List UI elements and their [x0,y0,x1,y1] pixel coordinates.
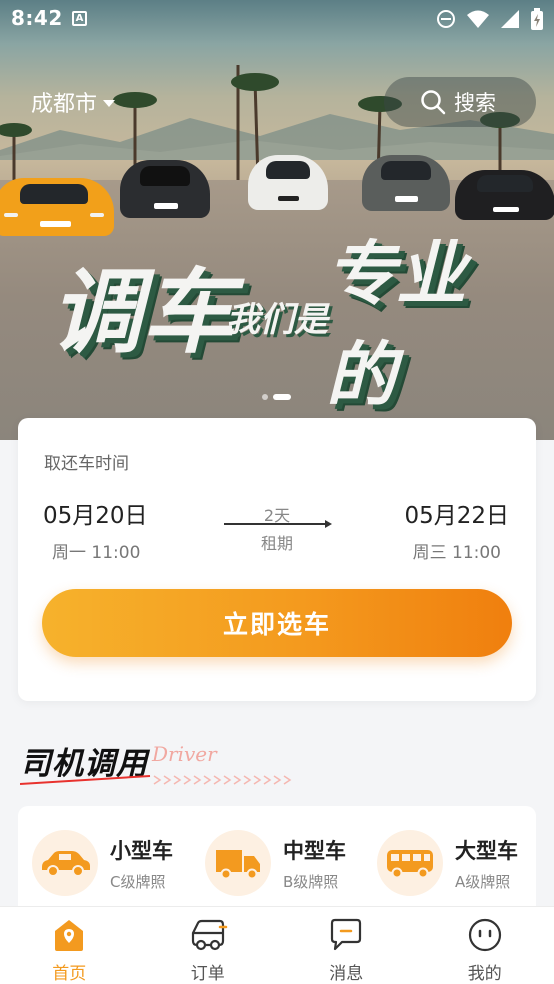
duration-label: 租期 [260,534,293,553]
vehicle-grade: B级牌照 [283,872,339,891]
duration-days: 2天 [263,506,291,525]
hero-banner[interactable]: 调车 我们是 专业的 8:42 A 成都市 搜索 [0,0,554,440]
car-order-icon [188,915,228,955]
car-black [120,160,210,218]
chevron-down-icon [103,99,116,107]
section-subtitle: Driver [152,742,217,766]
search-label: 搜索 [454,91,496,115]
car-white [248,155,328,210]
vehicle-grade: C级牌照 [110,872,166,891]
bus-icon [377,830,443,896]
return-date[interactable]: 05月22日 [404,496,509,530]
nav-label: 我的 [467,964,502,984]
vehicle-type-large[interactable]: 大型车 A级牌照 [377,830,518,896]
signal-icon [501,10,519,28]
wifi-icon [467,10,489,28]
vehicle-name: 大型车 [455,838,518,863]
pickup-date[interactable]: 05月20日 [43,496,148,530]
vehicle-name: 小型车 [110,838,173,863]
message-icon [326,915,366,955]
nav-label: 首页 [52,964,87,984]
home-icon [49,915,89,955]
arrow-right-icon [224,520,332,528]
slogan-small: 我们是 [226,300,328,340]
car-grey [362,155,450,211]
chevron-decoration-icon [20,775,292,785]
vehicle-grade: A级牌照 [455,872,511,891]
sedan-icon [32,830,98,896]
nav-profile[interactable]: 我的 [416,907,554,984]
dnd-icon [437,10,455,28]
booking-card: 取还车时间 05月20日 周一 11:00 2天 租期 05月22日 周三 11… [18,418,536,701]
return-time[interactable]: 周三 11:00 [413,538,501,563]
nav-label: 订单 [190,964,225,984]
nav-home[interactable]: 首页 [0,907,139,984]
vehicle-name: 中型车 [283,838,346,863]
city-label: 成都市 [31,92,98,117]
rental-duration: 2天 租期 [222,502,332,554]
profile-icon [465,915,505,955]
notification-a-icon: A [72,11,87,26]
slogan-big-2: 专业的 [326,232,466,416]
slogan: 调车 我们是 专业的 [50,218,520,416]
truck-icon [205,830,271,896]
vehicle-type-panel: 小型车 C级牌照 中型车 B级牌照 大型车 A级牌照 [18,806,536,916]
nav-orders[interactable]: 订单 [139,907,278,984]
slogan-big-1: 调车 [50,258,235,366]
city-selector[interactable]: 成都市 [31,86,116,118]
battery-icon [531,8,543,30]
status-time: 8:42 [11,6,63,30]
status-icons [436,8,544,30]
nav-messages[interactable]: 消息 [277,907,416,984]
carousel-dot-active [273,394,291,400]
nav-label: 消息 [329,964,364,984]
status-bar: 8:42 A [0,0,554,38]
booking-label: 取还车时间 [44,454,129,474]
bottom-nav: 首页 订单 消息 我的 [0,906,554,984]
pickup-time[interactable]: 周一 11:00 [52,538,140,563]
car-red [455,170,554,220]
carousel-dot [262,394,268,400]
vehicle-type-medium[interactable]: 中型车 B级牌照 [205,830,346,896]
select-car-button[interactable]: 立即选车 [42,589,512,657]
carousel-indicator [262,394,291,400]
vehicle-type-small[interactable]: 小型车 C级牌照 [32,830,173,896]
search-icon [421,90,446,115]
search-button[interactable]: 搜索 [384,77,536,127]
